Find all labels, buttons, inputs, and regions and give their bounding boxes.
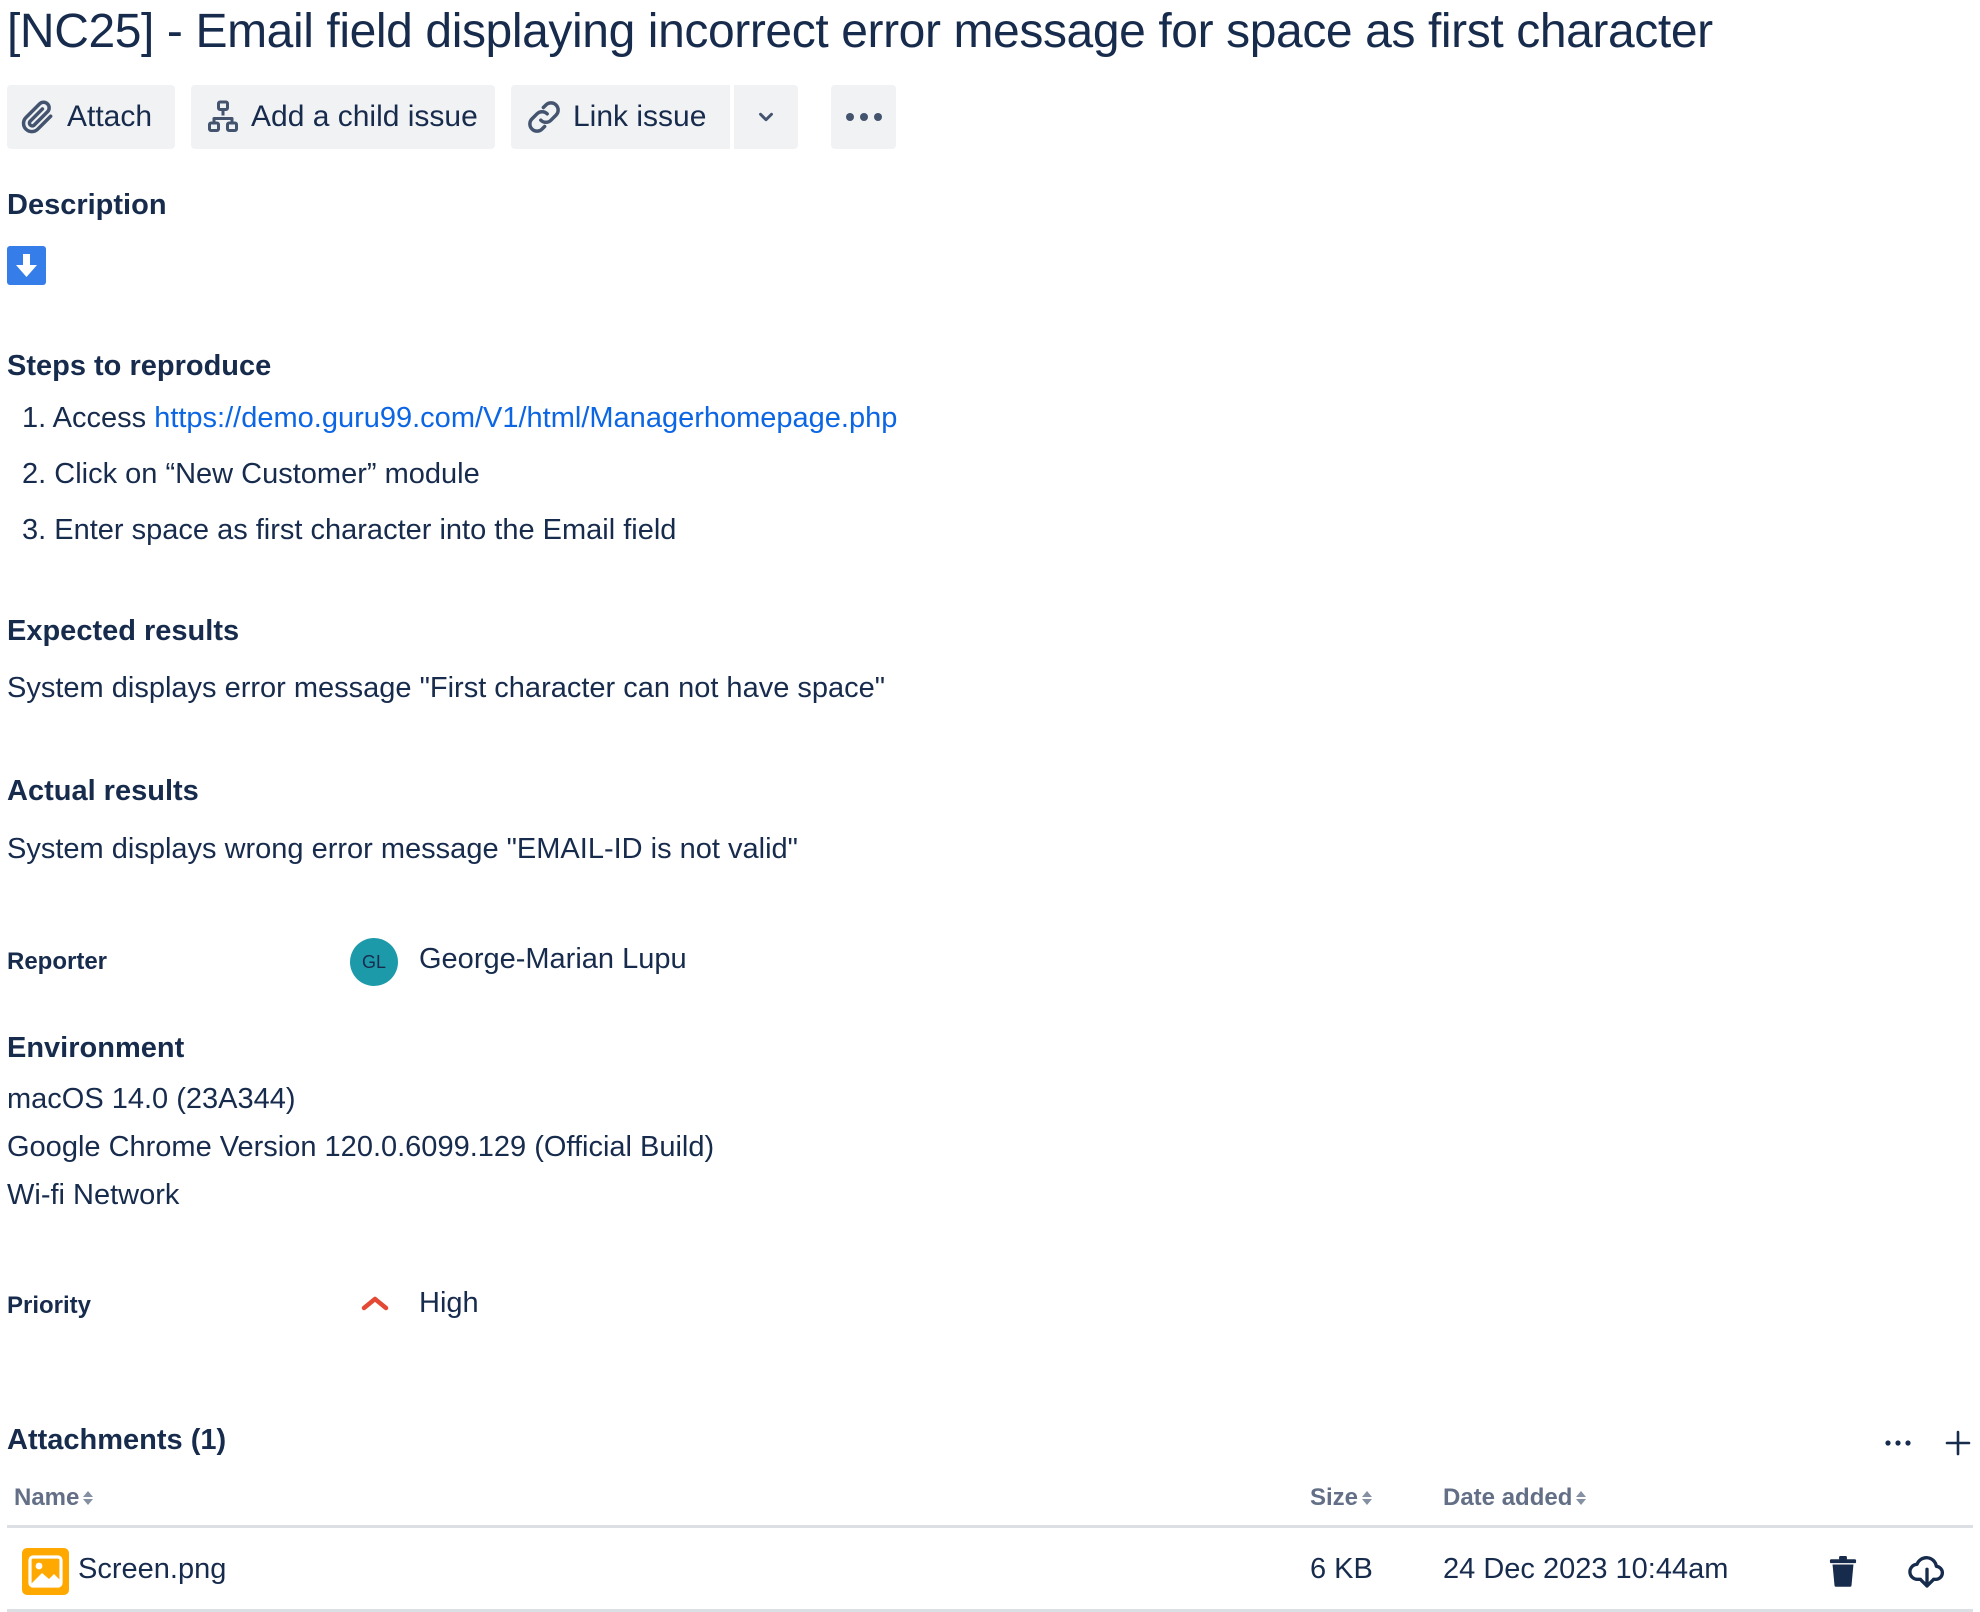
actual-results-text: System displays wrong error message "EMA… [7, 833, 798, 865]
column-name-label: Name [14, 1484, 80, 1511]
expected-results-heading: Expected results [7, 615, 240, 647]
step-link[interactable]: https://demo.guru99.com/V1/html/Managerh… [154, 402, 897, 434]
step-text: Enter space as first character into the … [54, 514, 677, 546]
priority-high-icon [360, 1292, 390, 1317]
add-attachment-button[interactable] [1940, 1425, 1976, 1461]
link-icon [528, 101, 560, 133]
step-number: 2. [22, 458, 47, 490]
step-text: Click on “New Customer” module [54, 458, 480, 490]
image-file-icon [22, 1548, 69, 1595]
step-number: 1. [22, 402, 47, 434]
attachments-more-button[interactable] [1880, 1425, 1916, 1461]
sort-icon [1362, 1490, 1373, 1506]
info-panel-icon [7, 246, 46, 285]
add-child-issue-label: Add a child issue [251, 100, 478, 133]
table-row[interactable]: Screen.png 6 KB 24 Dec 2023 10:44am [7, 1531, 1973, 1609]
sort-icon [83, 1490, 94, 1506]
attachments-heading: Attachments (1) [7, 1424, 227, 1456]
arrow-down-icon [16, 254, 37, 277]
plus-icon [1945, 1430, 1971, 1456]
reporter-label: Reporter [7, 948, 108, 975]
trash-icon [1829, 1555, 1857, 1587]
environment-heading: Environment [7, 1032, 185, 1064]
link-issue-button[interactable]: Link issue [511, 85, 730, 149]
delete-attachment-button[interactable] [1823, 1551, 1863, 1591]
step-1: 1. Access https://demo.guru99.com/V1/htm… [22, 402, 897, 435]
priority-value[interactable]: High [419, 1287, 479, 1320]
more-actions-button[interactable] [831, 85, 896, 149]
column-date-label: Date added [1443, 1484, 1573, 1511]
link-issue-dropdown-button[interactable] [734, 85, 798, 149]
more-icon [845, 113, 882, 121]
step-number: 3. [22, 514, 47, 546]
environment-line: macOS 14.0 (23A344) [7, 1083, 296, 1115]
expected-results-text: System displays error message "First cha… [7, 672, 886, 704]
reporter-name[interactable]: George-Marian Lupu [419, 943, 687, 976]
priority-label: Priority [7, 1292, 92, 1319]
column-size-label: Size [1310, 1484, 1359, 1511]
table-header-divider [7, 1525, 1973, 1528]
column-header-name[interactable]: Name [14, 1484, 94, 1512]
attach-label: Attach [67, 100, 153, 133]
more-icon [1885, 1440, 1911, 1446]
step-2: 2. Click on “New Customer” module [22, 458, 480, 491]
attach-button[interactable]: Attach [7, 85, 175, 149]
actual-results-heading: Actual results [7, 775, 199, 807]
column-header-date[interactable]: Date added [1443, 1484, 1587, 1512]
cloud-download-icon [1908, 1556, 1944, 1588]
paperclip-icon [21, 100, 53, 134]
step-text: Access [52, 402, 155, 434]
environment-line: Wi-fi Network [7, 1179, 180, 1211]
issue-title[interactable]: [NC25] - Email field displaying incorrec… [7, 4, 1713, 59]
add-child-issue-button[interactable]: Add a child issue [191, 85, 495, 149]
steps-heading: Steps to reproduce [7, 350, 272, 382]
column-header-size[interactable]: Size [1310, 1484, 1373, 1512]
attachment-size: 6 KB [1310, 1553, 1373, 1585]
attachment-date: 24 Dec 2023 10:44am [1443, 1553, 1729, 1585]
description-heading: Description [7, 189, 167, 221]
avatar[interactable]: GL [350, 938, 398, 986]
attachment-file-name[interactable]: Screen.png [78, 1553, 226, 1586]
child-issue-icon [208, 100, 238, 132]
link-issue-label: Link issue [573, 100, 707, 133]
sort-icon [1576, 1490, 1587, 1506]
step-3: 3. Enter space as first character into t… [22, 514, 676, 547]
download-attachment-button[interactable] [1905, 1549, 1949, 1593]
chevron-down-icon [759, 112, 773, 122]
environment-line: Google Chrome Version 120.0.6099.129 (Of… [7, 1131, 715, 1163]
